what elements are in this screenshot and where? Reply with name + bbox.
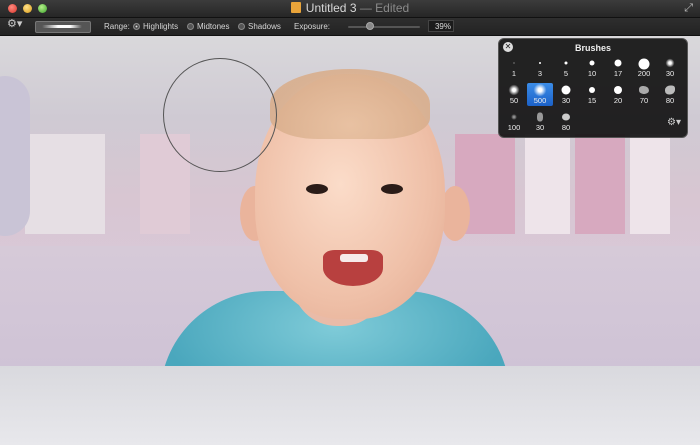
brush-dot-icon <box>614 86 622 94</box>
baby-eye-left <box>306 184 328 194</box>
brushes-panel-title: Brushes <box>574 43 611 53</box>
brush-preset[interactable]: 50 <box>501 83 527 106</box>
fullscreen-icon[interactable]: ⤢ <box>684 2 693 15</box>
title-bar: Untitled 3 — Edited ⤢ <box>0 0 700 18</box>
baby-hair <box>270 69 430 139</box>
brush-dot-icon <box>513 62 515 64</box>
exposure-label: Exposure: <box>294 22 331 31</box>
brush-size-label: 30 <box>665 69 675 78</box>
brush-dot-icon <box>614 59 622 67</box>
exposure-slider[interactable] <box>348 26 420 28</box>
brush-preset[interactable]: 17 <box>605 56 631 79</box>
window-title: Untitled 3 <box>305 1 357 15</box>
window-title-area: Untitled 3 — Edited <box>0 1 700 15</box>
wall-stripe <box>25 134 105 234</box>
brush-size-label: 500 <box>533 96 547 105</box>
brush-texture-icon <box>639 86 649 94</box>
document-icon <box>290 2 301 13</box>
brush-preset[interactable]: 3 <box>527 56 553 79</box>
brush-size-label: 30 <box>535 123 545 132</box>
range-option-label: Midtones <box>197 22 230 31</box>
brush-preset[interactable]: 10 <box>579 56 605 79</box>
brush-dot-icon <box>511 114 517 120</box>
brush-size-label: 100 <box>507 123 521 132</box>
gear-icon[interactable]: ⚙▾ <box>7 19 22 30</box>
range-option-label: Highlights <box>143 22 179 31</box>
brush-stroke-preview <box>42 25 82 28</box>
brush-size-label: 17 <box>613 69 623 78</box>
brush-dot-icon <box>533 83 547 97</box>
brush-preset[interactable]: 5 <box>553 56 579 79</box>
app-window: Untitled 3 — Edited ⤢ ⚙▾ Range: Highligh… <box>0 0 700 445</box>
brush-preset-selected[interactable]: 500 <box>527 83 553 106</box>
range-option-midtones[interactable]: Midtones <box>187 21 229 32</box>
toolbar: ⚙▾ Range: Highlights Midtones Shadows Ex… <box>0 18 700 36</box>
edited-status: — Edited <box>359 1 410 15</box>
wall-stripe <box>525 134 570 234</box>
radio-icon <box>133 23 140 30</box>
brush-preset[interactable]: 80 <box>553 110 579 133</box>
exposure-slider-knob[interactable] <box>366 22 374 30</box>
brushes-panel: ✕ Brushes 1 3 5 10 17 200 30 50 500 30 1… <box>498 38 688 138</box>
brush-size-label: 20 <box>613 96 623 105</box>
range-option-shadows[interactable]: Shadows <box>238 21 281 32</box>
foreground-sheet <box>0 366 700 445</box>
brush-preset[interactable]: 200 <box>631 56 657 79</box>
baby-teeth <box>340 254 368 262</box>
brush-dot-icon <box>539 62 541 64</box>
background-blur-shape <box>0 76 30 236</box>
range-option-highlights[interactable]: Highlights <box>133 21 178 32</box>
brush-dot-icon <box>589 87 595 93</box>
brush-texture-icon <box>562 113 570 121</box>
brush-dot-icon <box>665 58 675 68</box>
wall-stripe <box>630 134 670 234</box>
brush-texture-icon <box>537 112 543 122</box>
brush-size-label: 70 <box>639 96 649 105</box>
brush-size-label: 200 <box>637 69 651 78</box>
brush-size-label: 15 <box>587 96 597 105</box>
brush-dot-icon <box>589 60 595 66</box>
brush-preset[interactable]: 30 <box>553 83 579 106</box>
wall-stripe <box>575 134 625 234</box>
baby-eye-right <box>381 184 403 194</box>
brush-preview-button[interactable] <box>35 21 91 33</box>
brush-cursor-circle <box>163 58 277 172</box>
gear-icon[interactable]: ⚙▾ <box>667 117 681 128</box>
brush-dot-icon <box>561 85 571 95</box>
brush-dot-icon <box>638 58 650 70</box>
brush-size-label: 5 <box>563 69 569 78</box>
brush-preset[interactable]: 70 <box>631 83 657 106</box>
brush-preset[interactable]: 15 <box>579 83 605 106</box>
brush-preset[interactable]: 100 <box>501 110 527 133</box>
range-option-label: Shadows <box>248 22 281 31</box>
brush-size-label: 50 <box>509 96 519 105</box>
brush-size-label: 80 <box>561 123 571 132</box>
radio-icon <box>187 23 194 30</box>
brush-preset[interactable]: 30 <box>657 56 683 79</box>
brush-size-label: 1 <box>511 69 517 78</box>
brush-preset[interactable]: 20 <box>605 83 631 106</box>
exposure-value-field[interactable]: 39% <box>428 20 454 32</box>
brush-dot-icon <box>508 84 520 96</box>
brush-size-label: 80 <box>665 96 675 105</box>
brush-preset[interactable]: 30 <box>527 110 553 133</box>
brush-texture-icon <box>665 85 675 95</box>
brush-size-label: 10 <box>587 69 597 78</box>
brush-preset[interactable]: 80 <box>657 83 683 106</box>
brush-size-label: 3 <box>537 69 543 78</box>
brush-dot-icon <box>564 61 568 65</box>
range-label: Range: <box>104 22 130 31</box>
radio-icon <box>238 23 245 30</box>
brush-size-label: 30 <box>561 96 571 105</box>
brush-preset[interactable]: 1 <box>501 56 527 79</box>
